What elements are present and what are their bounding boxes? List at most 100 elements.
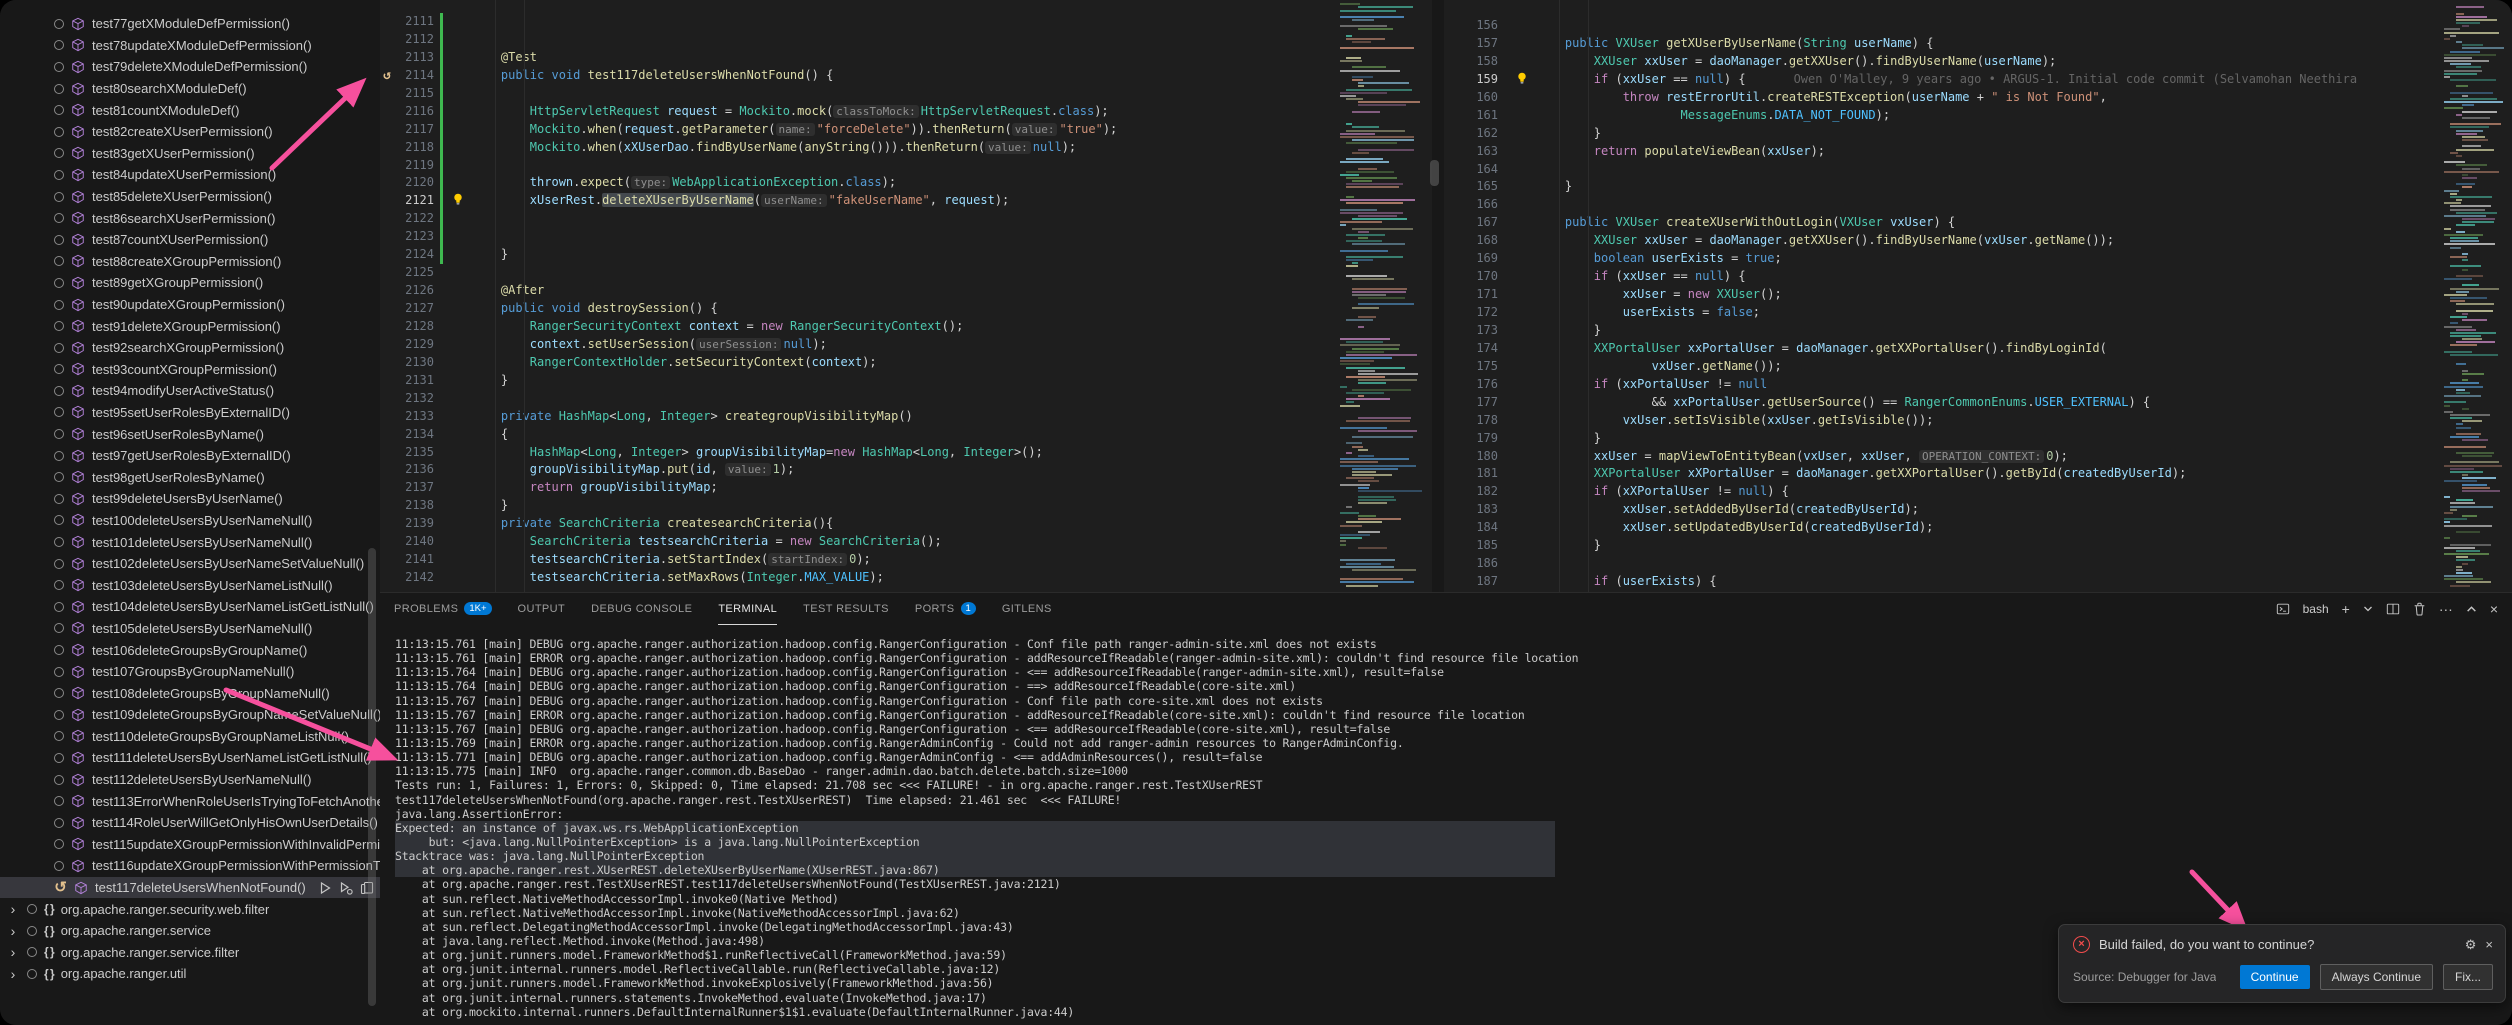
sidebar-item-test[interactable]: test98getUserRolesByName() <box>0 466 380 488</box>
sidebar-item-test[interactable]: test90updateXGroupPermission() <box>0 294 380 316</box>
sidebar-item-test[interactable]: test106deleteGroupsByGroupName() <box>0 639 380 661</box>
panel-tab-output[interactable]: OUTPUT <box>518 593 566 625</box>
sidebar-item-test[interactable]: test81countXModuleDef() <box>0 99 380 121</box>
panel-tab-terminal[interactable]: TERMINAL <box>718 593 777 625</box>
close-panel-icon[interactable]: × <box>2490 602 2498 616</box>
code-line[interactable]: 174 XXPortalUser xxPortalUser = daoManag… <box>1444 340 2440 358</box>
sidebar-item-test[interactable]: test82createXUserPermission() <box>0 121 380 143</box>
sidebar-item-test[interactable]: test84updateXUserPermission() <box>0 164 380 186</box>
chevron-right-icon[interactable]: › <box>6 966 20 982</box>
panel-tab-test-results[interactable]: TEST RESULTS <box>803 593 889 625</box>
code-line[interactable]: 157 public VXUser getXUserByUserName(Str… <box>1444 35 2440 53</box>
kill-terminal-trash-icon[interactable] <box>2413 602 2426 616</box>
code-line[interactable]: 178 vxUser.setIsVisible(xxUser.getIsVisi… <box>1444 412 2440 430</box>
sidebar-item-test[interactable]: test116updateXGroupPermissionWithPermiss… <box>0 855 380 877</box>
sidebar-item-test[interactable]: test96setUserRolesByName() <box>0 423 380 445</box>
sidebar-item-test[interactable]: test94modifyUserActiveStatus() <box>0 380 380 402</box>
sidebar-item-test[interactable]: test112deleteUsersByUserNameNull() <box>0 769 380 791</box>
sidebar-scrollbar[interactable] <box>368 548 376 1006</box>
sidebar-item-test[interactable]: ↺test117deleteUsersWhenNotFound() <box>0 877 380 899</box>
sidebar-item-test[interactable]: test80searchXModuleDef() <box>0 78 380 100</box>
split-terminal-icon[interactable] <box>2386 602 2400 616</box>
notification-close-icon[interactable]: × <box>2485 937 2493 952</box>
more-actions-icon[interactable]: ··· <box>2439 602 2453 616</box>
code-line[interactable]: 163 return populateViewBean(xxUser); <box>1444 143 2440 161</box>
sidebar-item-test[interactable]: test99deleteUsersByUserName() <box>0 488 380 510</box>
code-line[interactable]: 169 boolean userExists = true; <box>1444 250 2440 268</box>
sidebar-item-test[interactable]: test115updateXGroupPermissionWithInvalid… <box>0 834 380 856</box>
code-line[interactable]: 160 throw restErrorUtil.createRESTExcept… <box>1444 89 2440 107</box>
code-line[interactable]: 187 if (userExists) { <box>1444 573 2440 591</box>
code-line[interactable]: 186 <box>1444 555 2440 573</box>
sidebar-item-test[interactable]: test104deleteUsersByUserNameListGetListN… <box>0 596 380 618</box>
code-line[interactable]: 181 XXPortalUser xXPortalUser = daoManag… <box>1444 465 2440 483</box>
sidebar-item-test[interactable]: test92searchXGroupPermission() <box>0 337 380 359</box>
maximize-panel-icon[interactable] <box>2466 604 2477 615</box>
code-line[interactable]: 173 } <box>1444 322 2440 340</box>
code-line[interactable]: 172 userExists = false; <box>1444 304 2440 322</box>
sidebar-item-test[interactable]: test108deleteGroupsByGroupNameNull() <box>0 682 380 704</box>
panel-tab-debug-console[interactable]: DEBUG CONSOLE <box>591 593 692 625</box>
panel-tab-problems[interactable]: PROBLEMS1K+ <box>394 593 492 625</box>
code-line[interactable]: 170 if (xxUser == null) { <box>1444 268 2440 286</box>
code-line[interactable]: 168 XXUser xxUser = daoManager.getXXUser… <box>1444 232 2440 250</box>
code-line[interactable]: 179 } <box>1444 430 2440 448</box>
sidebar-item-test[interactable]: test87countXUserPermission() <box>0 229 380 251</box>
code-line[interactable]: 180 xxUser = mapViewToEntityBean(vxUser,… <box>1444 448 2440 466</box>
sidebar-item-test[interactable]: test91deleteXGroupPermission() <box>0 315 380 337</box>
code-line[interactable]: 167 public VXUser createXUserWithOutLogi… <box>1444 214 2440 232</box>
sidebar-item-package[interactable]: ›{ }org.apache.ranger.util <box>0 963 380 985</box>
minimap-right[interactable] <box>2440 0 2512 592</box>
sidebar-item-test[interactable]: test88createXGroupPermission() <box>0 251 380 273</box>
sidebar-item-test[interactable]: test85deleteXUserPermission() <box>0 186 380 208</box>
minimap-center[interactable] <box>1336 0 1432 592</box>
sidebar-item-test[interactable]: test95setUserRolesByExternalID() <box>0 402 380 424</box>
sidebar-item-test[interactable]: test101deleteUsersByUserNameNull() <box>0 531 380 553</box>
sidebar-item-test[interactable]: test77getXModuleDefPermission() <box>0 13 380 35</box>
sidebar-item-test[interactable]: test105deleteUsersByUserNameNull() <box>0 618 380 640</box>
chevron-right-icon[interactable]: › <box>6 901 20 917</box>
code-line[interactable]: 159 if (xxUser == null) {Owen O'Malley, … <box>1444 71 2440 89</box>
sidebar-item-test[interactable]: test102deleteUsersByUserNameSetValueNull… <box>0 553 380 575</box>
sidebar-item-package[interactable]: ›{ }org.apache.ranger.service.filter <box>0 942 380 964</box>
code-line[interactable]: 161 MessageEnums.DATA_NOT_FOUND); <box>1444 107 2440 125</box>
always-continue-button[interactable]: Always Continue <box>2320 964 2433 990</box>
new-terminal-button[interactable]: + <box>2342 602 2350 616</box>
sidebar-item-test[interactable]: test89getXGroupPermission() <box>0 272 380 294</box>
sidebar-item-test[interactable]: test79deleteXModuleDefPermission() <box>0 56 380 78</box>
sidebar-item-test[interactable]: test78updateXModuleDefPermission() <box>0 35 380 57</box>
sidebar-item-package[interactable]: ›{ }org.apache.ranger.service <box>0 920 380 942</box>
code-line[interactable]: 166 <box>1444 196 2440 214</box>
panel-tab-ports[interactable]: PORTS1 <box>915 593 976 625</box>
editor-right[interactable]: 156157 public VXUser getXUserByUserName(… <box>1444 0 2440 592</box>
code-line[interactable]: 158 XXUser xxUser = daoManager.getXXUser… <box>1444 53 2440 71</box>
chevron-right-icon[interactable]: › <box>6 923 20 939</box>
code-line[interactable]: 175 vxUser.getName()); <box>1444 358 2440 376</box>
sidebar-item-test[interactable]: test110deleteGroupsByGroupNameListNull() <box>0 726 380 748</box>
sidebar-item-test[interactable]: test93countXGroupPermission() <box>0 359 380 381</box>
history-icon[interactable]: ↺ <box>383 68 391 83</box>
code-line[interactable]: 156 <box>1444 17 2440 35</box>
code-line[interactable]: 182 if (xXPortalUser != null) { <box>1444 483 2440 501</box>
sidebar-item-package[interactable]: ›{ }org.apache.ranger.security.web.filte… <box>0 898 380 920</box>
sidebar-item-test[interactable]: test113ErrorWhenRoleUserIsTryingToFetchA… <box>0 790 380 812</box>
terminal-dropdown-icon[interactable] <box>2363 604 2373 614</box>
lightbulb-icon[interactable] <box>451 192 465 206</box>
debug-test-icon[interactable] <box>339 881 353 895</box>
sidebar-item-test[interactable]: test111deleteUsersByUserNameListGetListN… <box>0 747 380 769</box>
notification-settings-gear-icon[interactable]: ⚙ <box>2465 937 2477 953</box>
code-line[interactable]: 183 xxUser.setAddedByUserId(createdByUse… <box>1444 501 2440 519</box>
code-line[interactable]: 165 } <box>1444 178 2440 196</box>
sidebar-item-test[interactable]: test109deleteGroupsByGroupNameSetValueNu… <box>0 704 380 726</box>
continue-button[interactable]: Continue <box>2240 965 2310 989</box>
editor-scrollbar-handle[interactable] <box>1430 160 1439 186</box>
sidebar-item-test[interactable]: test114RoleUserWillGetOnlyHisOwnUserDeta… <box>0 812 380 834</box>
code-line[interactable]: 164 <box>1444 161 2440 179</box>
code-line[interactable]: 171 xxUser = new XXUser(); <box>1444 286 2440 304</box>
panel-tab-gitlens[interactable]: GITLENS <box>1002 593 1052 625</box>
lightbulb-icon[interactable] <box>1515 71 1529 85</box>
run-test-icon[interactable] <box>318 881 332 895</box>
chevron-right-icon[interactable]: › <box>6 944 20 960</box>
sidebar-item-test[interactable]: test107GroupsByGroupNameNull() <box>0 661 380 683</box>
sidebar-item-test[interactable]: test103deleteUsersByUserNameListNull() <box>0 574 380 596</box>
